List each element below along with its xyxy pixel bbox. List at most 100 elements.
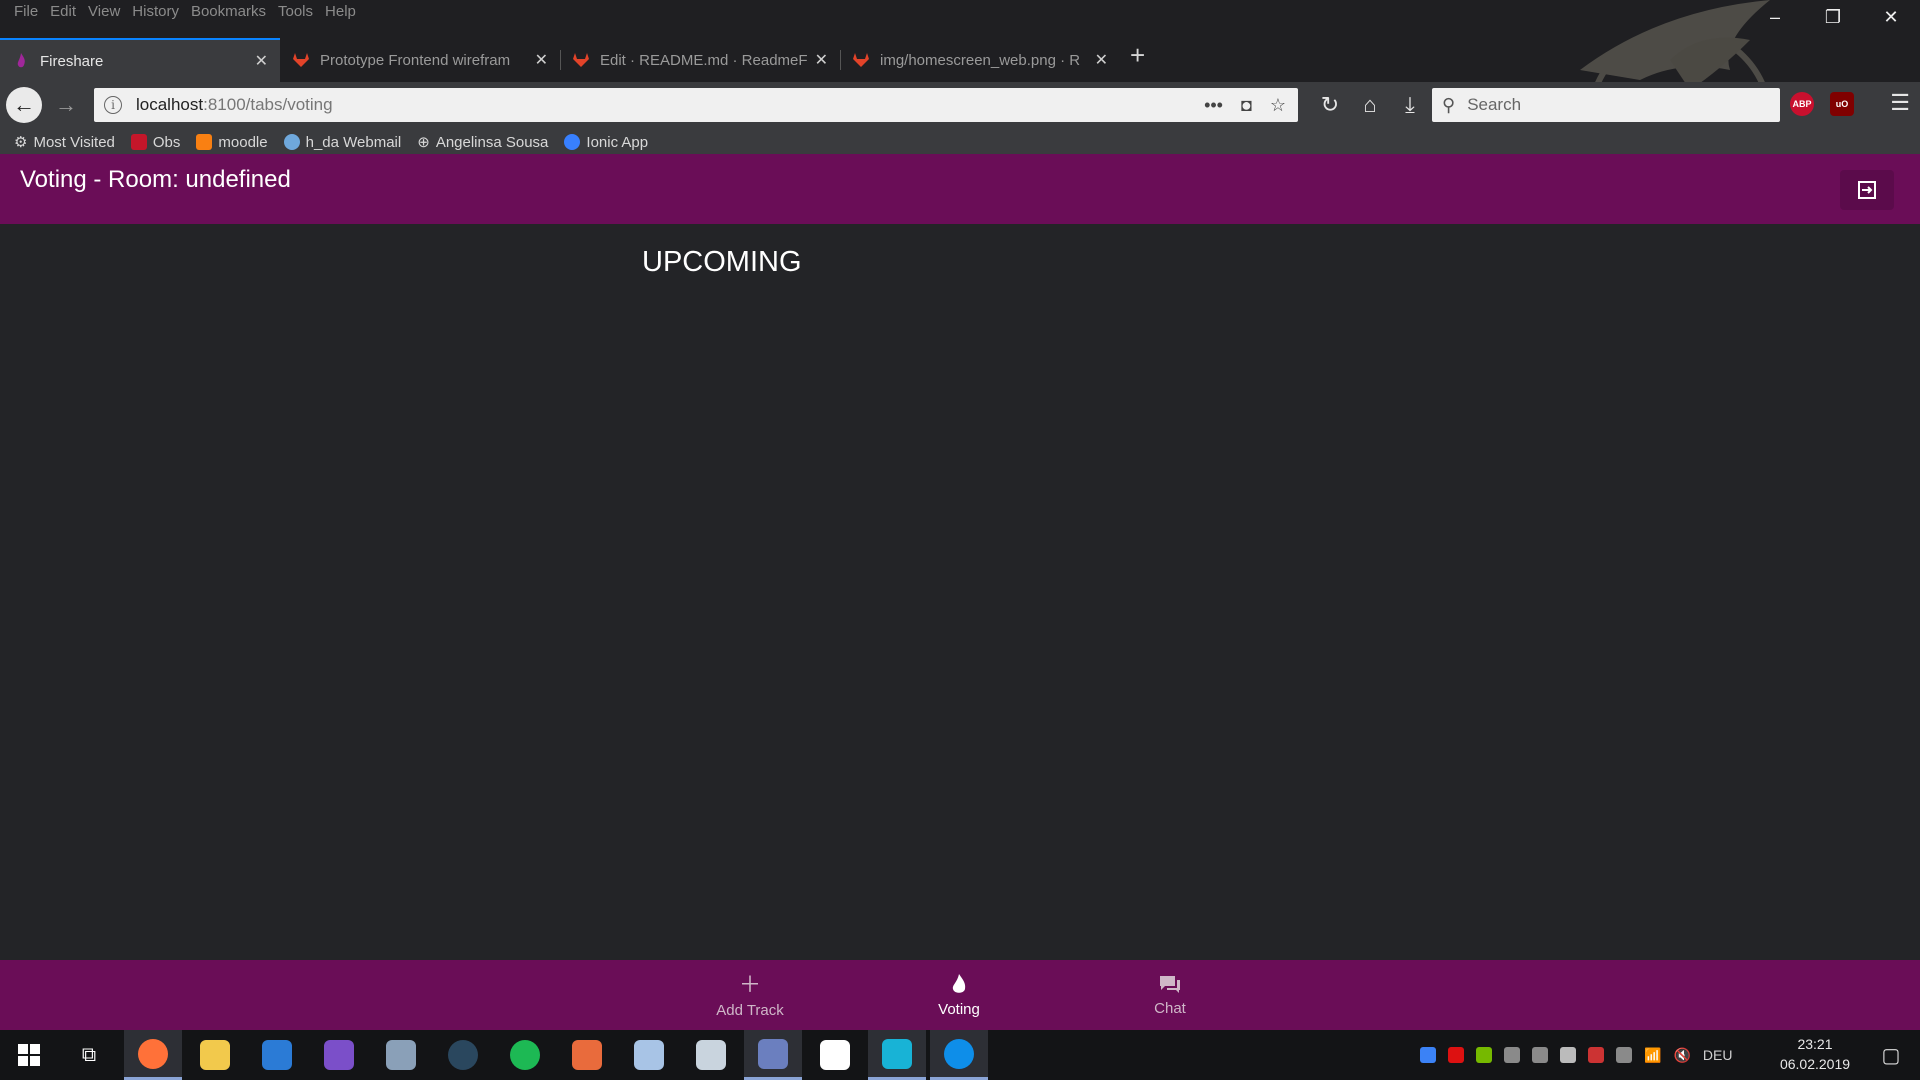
bookmark-ionic-app[interactable]: Ionic App — [564, 134, 648, 151]
app-icon-cube[interactable] — [620, 1030, 678, 1080]
browser-navbar: ← → i localhost:8100/tabs/voting ••• ◘ ☆… — [0, 82, 1920, 128]
hamburger-menu-icon[interactable]: ☰ — [1890, 90, 1910, 116]
home-icon[interactable]: ⌂ — [1352, 87, 1388, 123]
logout-button[interactable] — [1840, 170, 1894, 210]
adblock-plus-icon[interactable]: ABP — [1790, 92, 1814, 116]
tab-label: img/homescreen_web.png · R — [880, 51, 1081, 69]
bookmark-webmail[interactable]: h_da Webmail — [283, 134, 401, 151]
tab-fireshare[interactable]: Fireshare ✕ — [0, 38, 280, 82]
gitlab-icon — [573, 53, 589, 67]
gitlab-icon — [293, 53, 309, 67]
menu-bookmarks[interactable]: Bookmarks — [185, 0, 272, 24]
tab-prototype-frontend[interactable]: Prototype Frontend wirefram ✕ — [280, 38, 560, 82]
notification-center-icon[interactable]: ▢ — [1866, 1030, 1916, 1080]
battery-icon[interactable] — [1616, 1047, 1632, 1063]
tab-label: Prototype Frontend wirefram — [320, 51, 511, 69]
window-controls: – ❐ ✕ — [1746, 0, 1920, 34]
close-tab-icon[interactable]: ✕ — [535, 50, 548, 70]
restore-button[interactable]: ❐ — [1804, 0, 1862, 34]
flame-icon — [952, 973, 966, 993]
bookmark-star-icon[interactable]: ☆ — [1270, 95, 1286, 116]
spotify-icon[interactable] — [496, 1030, 554, 1080]
nav-icons: ↻ ⌂ ⤓ — [1312, 87, 1428, 123]
main-content — [0, 224, 1920, 960]
virtualbox-icon[interactable] — [372, 1030, 430, 1080]
wifi-icon[interactable]: 📶 — [1644, 1047, 1661, 1064]
language-indicator[interactable]: DEU — [1703, 1047, 1733, 1063]
mongodb-icon[interactable] — [806, 1030, 864, 1080]
moodle-icon — [196, 134, 213, 150]
ublock-origin-icon[interactable]: uO — [1830, 92, 1854, 116]
task-view-icon[interactable]: ⧉ — [60, 1030, 118, 1080]
close-tab-icon[interactable]: ✕ — [815, 50, 828, 70]
fireshare-flame-icon — [17, 53, 25, 68]
tab-chat[interactable]: Chat — [1100, 960, 1240, 1030]
logout-icon — [1858, 181, 1876, 199]
page-actions-icon[interactable]: ••• — [1204, 95, 1223, 116]
url-bar[interactable]: i localhost:8100/tabs/voting ••• ◘ ☆ — [94, 88, 1298, 122]
minimize-button[interactable]: – — [1746, 0, 1804, 34]
dropbox-icon[interactable] — [1560, 1047, 1576, 1063]
windows-start-button[interactable] — [0, 1030, 58, 1080]
menu-file[interactable]: File — [8, 0, 44, 24]
gear-icon: ⚙ — [14, 134, 28, 151]
menu-help[interactable]: Help — [319, 0, 362, 24]
paint-icon[interactable] — [744, 1030, 802, 1080]
tab-add-track[interactable]: ＋ Add Track — [680, 960, 820, 1030]
bookmark-moodle[interactable]: moodle — [196, 134, 268, 151]
ionic-icon — [564, 134, 581, 150]
menu-history[interactable]: History — [126, 0, 185, 24]
close-tab-icon[interactable]: ✕ — [255, 51, 268, 71]
security-shield-icon[interactable] — [1588, 1047, 1604, 1063]
search-placeholder: Search — [1467, 95, 1522, 114]
windows-logo-icon — [18, 1044, 40, 1066]
visual-studio-icon[interactable] — [310, 1030, 368, 1080]
extension-icons: ABP uO — [1790, 92, 1854, 116]
volume-muted-icon[interactable]: 🔇 — [1673, 1047, 1690, 1064]
bookmark-obs[interactable]: Obs — [130, 134, 180, 151]
system-tray: 📶 🔇 DEU — [1420, 1030, 1732, 1080]
browser-tab-strip: Fireshare ✕ Prototype Frontend wirefram … — [0, 38, 1120, 82]
tray-app-icon[interactable] — [1420, 1047, 1436, 1063]
nvidia-icon[interactable] — [1476, 1047, 1492, 1063]
bookmark-angelinsa[interactable]: ⊕ Angelinsa Sousa — [417, 133, 548, 152]
url-text[interactable]: localhost:8100/tabs/voting — [136, 95, 1204, 115]
menu-edit[interactable]: Edit — [44, 0, 82, 24]
page-title: Voting - Room: undefined — [20, 166, 291, 193]
tab-img-homescreen[interactable]: img/homescreen_web.png · R ✕ — [840, 38, 1120, 82]
new-tab-button[interactable]: + — [1130, 40, 1145, 71]
bookmark-most-visited[interactable]: ⚙ Most Visited — [14, 133, 115, 152]
close-tab-icon[interactable]: ✕ — [1095, 50, 1108, 70]
file-explorer-icon[interactable] — [186, 1030, 244, 1080]
app-icon-blue-box[interactable] — [248, 1030, 306, 1080]
tray-alert-icon[interactable] — [1448, 1047, 1464, 1063]
usb-icon[interactable] — [1504, 1047, 1520, 1063]
reload-icon[interactable]: ↻ — [1312, 87, 1348, 123]
tab-voting[interactable]: Voting — [889, 960, 1029, 1030]
globe-icon: ⊕ — [417, 134, 430, 151]
app-icon-colorful[interactable] — [558, 1030, 616, 1080]
taskbar-clock[interactable]: 23:21 06.02.2019 — [1760, 1034, 1870, 1074]
back-button[interactable]: ← — [6, 87, 42, 123]
menu-view[interactable]: View — [82, 0, 126, 24]
teamviewer-icon[interactable] — [930, 1030, 988, 1080]
site-info-icon[interactable]: i — [104, 96, 122, 114]
close-window-button[interactable]: ✕ — [1862, 0, 1920, 34]
upcoming-heading: UPCOMING — [642, 246, 802, 278]
browser-menubar: File Edit View History Bookmarks Tools H… — [0, 0, 362, 24]
pocket-icon[interactable]: ◘ — [1241, 95, 1252, 116]
webmail-icon — [283, 134, 300, 150]
webstorm-icon[interactable] — [868, 1030, 926, 1080]
forward-button[interactable]: → — [48, 87, 84, 123]
steam-icon[interactable] — [434, 1030, 492, 1080]
database-icon[interactable] — [682, 1030, 740, 1080]
tab-edit-readme[interactable]: Edit · README.md · ReadmeF ✕ — [560, 38, 840, 82]
search-input[interactable]: ⚲ Search — [1432, 88, 1780, 122]
menu-tools[interactable]: Tools — [272, 0, 319, 24]
search-icon: ⚲ — [1442, 94, 1456, 115]
gitlab-icon — [853, 53, 869, 67]
clock-time: 23:21 — [1797, 1036, 1833, 1052]
tray-device-icon[interactable] — [1532, 1047, 1548, 1063]
download-icon[interactable]: ⤓ — [1392, 87, 1428, 123]
firefox-taskbar-icon[interactable] — [124, 1030, 182, 1080]
